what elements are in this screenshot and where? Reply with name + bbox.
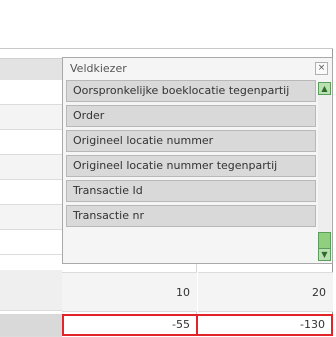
- table-row[interactable]: [0, 230, 62, 255]
- field-item[interactable]: Order: [66, 105, 316, 127]
- field-picker-panel[interactable]: Veldkiezer × Oorspronkelijke boeklocatie…: [62, 57, 333, 264]
- table-row[interactable]: [0, 105, 62, 130]
- scroll-up-icon[interactable]: ▲: [318, 82, 331, 95]
- field-item[interactable]: Oorspronkelijke boeklocatie tegenpartij: [66, 80, 316, 102]
- top-toolbar-area: [0, 0, 333, 49]
- grid-cell-total[interactable]: 20: [198, 272, 333, 312]
- field-item[interactable]: Transactie Id: [66, 180, 316, 202]
- table-row[interactable]: [0, 314, 62, 337]
- close-icon[interactable]: ×: [315, 62, 328, 75]
- field-item[interactable]: Origineel locatie nummer tegenpartij: [66, 155, 316, 177]
- grid-cell-value[interactable]: -55: [62, 314, 198, 336]
- field-list-scrollbar[interactable]: ▲ ▼: [318, 82, 331, 261]
- grid-cell-value[interactable]: -130: [196, 314, 333, 336]
- grid-cell-total[interactable]: 10: [62, 272, 197, 312]
- table-row[interactable]: [0, 180, 62, 205]
- table-row[interactable]: [0, 270, 62, 311]
- field-item[interactable]: Origineel locatie nummer: [66, 130, 316, 152]
- field-item[interactable]: Transactie nr: [66, 205, 316, 227]
- field-picker-title: Veldkiezer: [70, 62, 127, 75]
- table-row[interactable]: [0, 80, 62, 105]
- table-row[interactable]: [0, 155, 62, 180]
- scroll-down-icon[interactable]: ▼: [318, 248, 331, 261]
- table-row[interactable]: [0, 130, 62, 155]
- table-row[interactable]: [0, 205, 62, 230]
- field-list: Oorspronkelijke boeklocatie tegenpartij …: [66, 80, 316, 230]
